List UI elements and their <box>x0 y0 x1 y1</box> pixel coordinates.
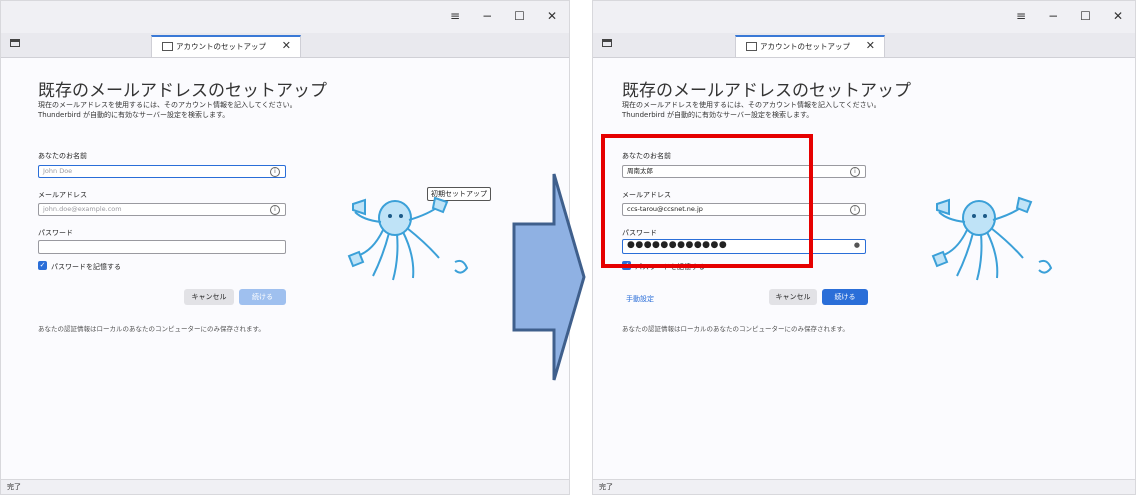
account-setup-page: 既存のメールアドレスのセットアップ 現在のメールアドレスを使用するには、そのアカ… <box>593 58 1135 480</box>
tab-close-icon[interactable]: ✕ <box>866 39 875 52</box>
tab-label: アカウントのセットアップ <box>176 42 266 51</box>
intro-line-2: Thunderbird が自動的に有効なサーバー設定を検索します。 <box>622 111 814 119</box>
status-bar: 完了 <box>1 479 569 494</box>
tab-account-setup[interactable]: アカウントのセットアップ ✕ <box>735 35 885 57</box>
window-before: ≡ − ☐ ✕ アカウントのセットアップ ✕ 既存のメールアドレスのセットアップ… <box>0 0 570 495</box>
minimize-icon[interactable]: − <box>482 9 492 23</box>
title-bar: ≡ − ☐ ✕ <box>593 1 1135 33</box>
cancel-button[interactable]: キャンセル <box>184 289 234 305</box>
credentials-note: あなたの認証情報はローカルのあなたのコンピューターにのみ保存されます。 <box>38 325 265 333</box>
name-placeholder: John Doe <box>43 167 73 175</box>
page-title: 既存のメールアドレスのセットアップ <box>38 81 327 101</box>
email-input[interactable]: john.doe@example.com i <box>38 203 286 216</box>
intro-line-2: Thunderbird が自動的に有効なサーバー設定を検索します。 <box>38 111 230 119</box>
show-password-icon[interactable]: ● <box>854 240 860 251</box>
intro-text: 現在のメールアドレスを使用するには、そのアカウント情報を記入してください。 Th… <box>622 100 881 120</box>
window-controls: ≡ − ☐ ✕ <box>450 9 557 23</box>
continue-button[interactable]: 続ける <box>239 289 286 305</box>
arrow-icon <box>512 173 586 381</box>
window-after: ≡ − ☐ ✕ アカウントのセットアップ ✕ 既存のメールアドレスのセットアップ… <box>592 0 1136 495</box>
info-icon: i <box>850 205 860 215</box>
tab-bar: アカウントのセットアップ ✕ <box>593 33 1135 58</box>
highlight-box <box>601 134 813 268</box>
intro-line-1: 現在のメールアドレスを使用するには、そのアカウント情報を記入してください。 <box>38 101 297 109</box>
remember-password-checkbox[interactable]: ✓ <box>38 261 47 270</box>
page-title: 既存のメールアドレスのセットアップ <box>622 81 911 101</box>
tab-label: アカウントのセットアップ <box>760 42 850 51</box>
tab-account-setup[interactable]: アカウントのセットアップ ✕ <box>151 35 301 57</box>
maximize-icon[interactable]: ☐ <box>1080 9 1091 23</box>
spaces-toolbar-icon[interactable] <box>602 39 612 47</box>
credentials-note: あなたの認証情報はローカルのあなたのコンピューターにのみ保存されます。 <box>622 325 849 333</box>
password-input[interactable] <box>38 240 286 254</box>
manual-config-link[interactable]: 手動設定 <box>626 294 654 304</box>
cancel-button[interactable]: キャンセル <box>769 289 817 305</box>
tab-close-icon[interactable]: ✕ <box>282 39 291 52</box>
title-bar: ≡ − ☐ ✕ <box>1 1 569 33</box>
info-icon: i <box>270 167 280 177</box>
info-icon: i <box>850 167 860 177</box>
continue-button[interactable]: 続ける <box>822 289 868 305</box>
status-text: 完了 <box>7 483 21 491</box>
menu-icon[interactable]: ≡ <box>450 9 460 23</box>
thunderbird-octopus-mascot <box>347 196 469 281</box>
intro-line-1: 現在のメールアドレスを使用するには、そのアカウント情報を記入してください。 <box>622 101 881 109</box>
minimize-icon[interactable]: − <box>1048 9 1058 23</box>
window-controls: ≡ − ☐ ✕ <box>1016 9 1123 23</box>
password-label: パスワード <box>38 229 73 237</box>
name-input[interactable]: John Doe i <box>38 165 286 178</box>
name-label: あなたのお名前 <box>38 152 87 160</box>
tab-mail-icon <box>746 42 757 51</box>
status-text: 完了 <box>599 483 613 491</box>
spaces-toolbar-icon[interactable] <box>10 39 20 47</box>
info-icon: i <box>270 205 280 215</box>
close-icon[interactable]: ✕ <box>547 9 557 23</box>
close-icon[interactable]: ✕ <box>1113 9 1123 23</box>
menu-icon[interactable]: ≡ <box>1016 9 1026 23</box>
account-setup-page: 既存のメールアドレスのセットアップ 現在のメールアドレスを使用するには、そのアカ… <box>1 58 569 480</box>
tab-mail-icon <box>162 42 173 51</box>
thunderbird-octopus-mascot <box>931 196 1053 281</box>
tab-bar: アカウントのセットアップ ✕ <box>1 33 569 58</box>
email-label: メールアドレス <box>38 191 87 199</box>
maximize-icon[interactable]: ☐ <box>514 9 525 23</box>
remember-password-label: パスワードを記憶する <box>51 263 121 271</box>
status-bar: 完了 <box>593 479 1135 494</box>
intro-text: 現在のメールアドレスを使用するには、そのアカウント情報を記入してください。 Th… <box>38 100 297 120</box>
email-placeholder: john.doe@example.com <box>43 205 122 213</box>
